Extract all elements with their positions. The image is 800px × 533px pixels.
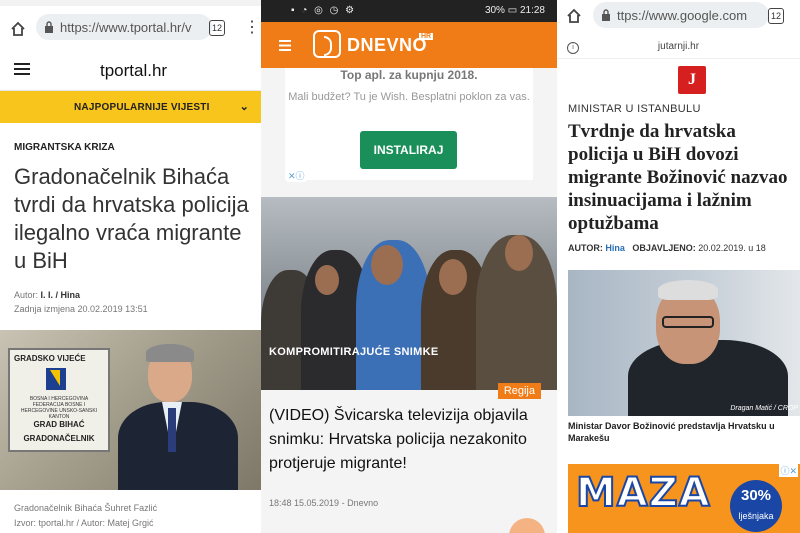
article-author: Autor: I. I. / Hina	[14, 290, 80, 300]
install-button[interactable]: INSTALIRAJ	[360, 131, 457, 169]
article-meta: 18:48 15.05.2019 - Dnevno	[269, 498, 379, 508]
status-right: 30% ▭ 21:28	[485, 5, 545, 16]
address-bar[interactable]: ttps://www.google.com	[593, 2, 769, 28]
home-icon[interactable]	[10, 21, 26, 42]
status-icons: ▪ ◔ ◎ ◷ ⚙	[291, 5, 357, 16]
ad-text: Mali budžet? Tu je Wish. Besplatni poklo…	[288, 91, 530, 103]
article-photo[interactable]	[261, 197, 557, 390]
tab-count-button[interactable]: 12	[768, 8, 784, 24]
hamburger-menu-icon[interactable]	[279, 38, 291, 56]
home-icon[interactable]	[566, 8, 582, 29]
sign-line: BOSNA I HERCEGOVINA FEDERACIJA BOSNE I H…	[20, 396, 98, 420]
overflow-menu-icon[interactable]: ⋮	[244, 17, 260, 37]
popular-news-bar[interactable]: NAJPOPULARNIJE VIJESTI ⌄	[0, 91, 261, 123]
site-logo-suffix: HR	[419, 33, 434, 40]
category-tag[interactable]: Regija	[497, 383, 541, 399]
article-updated: Zadnja izmjena 20.02.2019 13:51	[14, 304, 148, 314]
sign-line: GRADSKO VIJEĆE	[14, 354, 86, 363]
url-text: https://www.tportal.hr/v	[60, 19, 192, 35]
photo-overlay-label: KOMPROMITIRAJUĆE SNIMKE	[269, 346, 439, 358]
site-header: DNEVNO HR	[261, 22, 557, 68]
sign-line: GRAD BIHAĆ	[33, 420, 85, 429]
tab-count-button[interactable]: 12	[209, 20, 225, 36]
hamburger-menu-icon[interactable]	[14, 62, 30, 81]
chevron-down-icon: ⌄	[239, 101, 249, 113]
ad-badge-value: 30%	[740, 487, 772, 504]
mayor-figure	[118, 340, 258, 490]
adchoices-icon[interactable]: ⓘ✕	[779, 464, 798, 477]
tportal-screenshot: https://www.tportal.hr/v 12 ⋮ tportal.hr…	[0, 0, 261, 533]
photo-caption: Ministar Davor Božinović predstavlja Hrv…	[568, 421, 775, 443]
browser-toolbar: https://www.tportal.hr/v 12 ⋮	[0, 8, 261, 46]
dnevno-logo-icon[interactable]	[313, 30, 341, 58]
ad-badge-text: lješnjaka	[738, 511, 774, 521]
glasses-icon	[662, 316, 714, 328]
article-category[interactable]: MIGRANTSKA KRIZA	[14, 142, 115, 153]
lock-icon	[45, 21, 53, 33]
ad-title: Top apl. za kupnju 2018.	[340, 68, 478, 82]
domain-label[interactable]: jutarnji.hr	[557, 41, 800, 52]
lock-icon	[602, 9, 610, 21]
status-bar: ▪ ◔ ◎ ◷ ⚙ 30% ▭ 21:28	[261, 0, 557, 22]
dnevno-screenshot: ▪ ◔ ◎ ◷ ⚙ 30% ▭ 21:28 DNEVNO HR Top apl.…	[261, 0, 557, 533]
site-header: tportal.hr	[0, 50, 261, 91]
author-label: AUTOR:	[568, 243, 603, 253]
article-photo: GRADSKO VIJEĆE BOSNA I HERCEGOVINA FEDER…	[0, 330, 261, 490]
ad-badge: 30% lješnjaka	[730, 480, 782, 532]
article-kicker: MINISTAR U ISTANBULU	[568, 103, 701, 115]
url-text: ttps://www.google.com	[617, 7, 748, 23]
published-label: OBJAVLJENO:	[632, 243, 696, 253]
sign-line: GRADONAČELNIK	[23, 434, 95, 443]
site-logo[interactable]: tportal.hr	[100, 61, 167, 81]
status-time: 21:28	[519, 5, 545, 16]
jutarnji-screenshot: ttps://www.google.com 12 i jutarnji.hr J…	[557, 0, 800, 533]
popular-news-label: NAJPOPULARNIJE VIJESTI	[74, 102, 210, 113]
amp-domain-bar: i jutarnji.hr	[557, 38, 800, 59]
author-value[interactable]: Hina	[605, 243, 625, 253]
ad-banner[interactable]: Top apl. za kupnju 2018. Mali budžet? Tu…	[285, 68, 533, 180]
coat-of-arms-icon	[46, 368, 66, 390]
floating-action-button[interactable]	[509, 518, 545, 533]
ad-brand: MAZA	[575, 469, 711, 517]
battery-percent: 30%	[484, 5, 505, 16]
article-headline: Gradonačelnik Bihaća tvrdi da hrvatska p…	[14, 164, 249, 273]
author-label: Autor:	[14, 290, 39, 300]
browser-toolbar: ttps://www.google.com 12	[557, 2, 800, 36]
photo-source: Izvor: tportal.hr / Autor: Matej Grgić	[14, 518, 154, 528]
address-bar[interactable]: https://www.tportal.hr/v	[36, 14, 212, 40]
photo-caption: Gradonačelnik Bihaća Šuhret Fazlić	[14, 503, 158, 513]
article-photo: Dragan Matić / CROP	[568, 270, 800, 416]
city-hall-sign: GRADSKO VIJEĆE BOSNA I HERCEGOVINA FEDER…	[8, 348, 110, 452]
published-value: 20.02.2019. u 18	[698, 243, 766, 253]
article-byline: AUTOR: Hina OBJAVLJENO: 20.02.2019. u 18	[568, 243, 766, 253]
photo-credit: Dragan Matić / CROP	[730, 405, 798, 412]
site-logo[interactable]: DNEVNO	[347, 35, 427, 56]
adchoices-icon[interactable]: ✕ⓘ	[287, 169, 306, 182]
status-bar	[0, 0, 261, 6]
article-headline[interactable]: (VIDEO) Švicarska televizija objavila sn…	[269, 404, 557, 476]
battery-icon: ▭	[507, 5, 518, 16]
jutarnji-logo-icon[interactable]: J	[678, 66, 706, 94]
author-value: I. I. / Hina	[40, 290, 81, 300]
ad-banner[interactable]: MAZA 30% lješnjaka ⓘ✕	[568, 464, 800, 533]
article-headline: Tvrdnje da hrvatska policija u BiH dovoz…	[568, 121, 788, 234]
